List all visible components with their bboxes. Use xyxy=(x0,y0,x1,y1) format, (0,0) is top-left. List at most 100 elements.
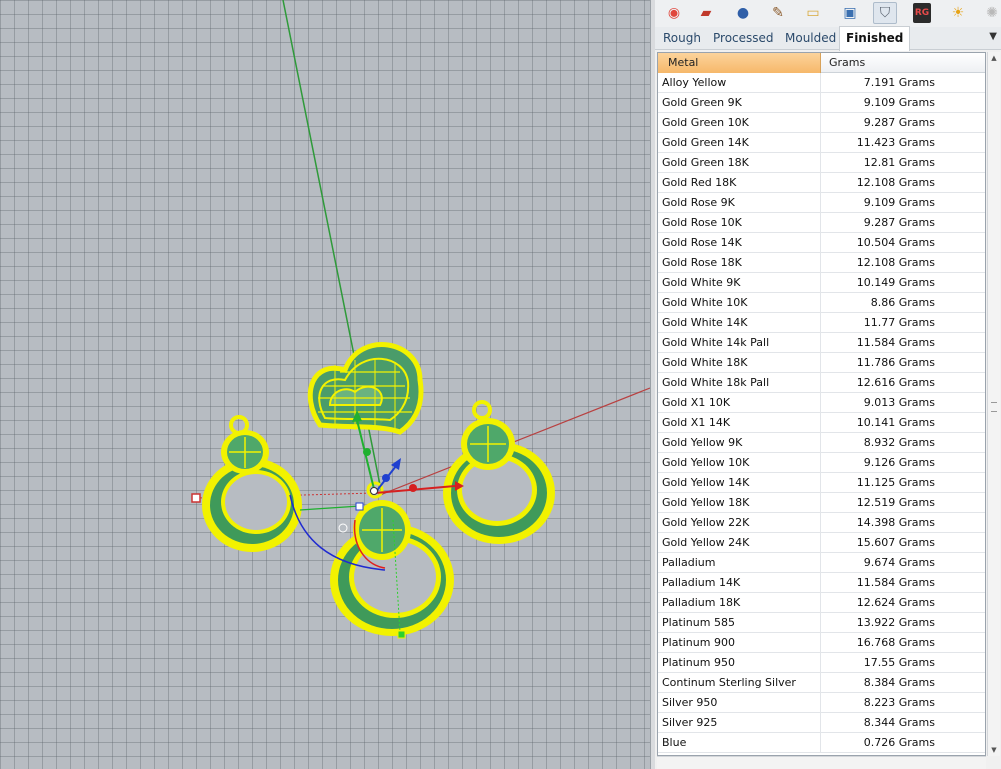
table-row[interactable]: Gold Rose 9K 9.109 Grams xyxy=(658,193,985,213)
grams-cell[interactable]: 9.109 Grams xyxy=(821,93,985,112)
folder-icon[interactable]: ▭ xyxy=(802,3,824,23)
metal-name-cell[interactable]: Gold Yellow 18K xyxy=(658,493,821,512)
metal-name-cell[interactable]: Gold Green 9K xyxy=(658,93,821,112)
table-row[interactable]: Silver 950 8.223 Grams xyxy=(658,693,985,713)
table-row[interactable]: Gold Yellow 22K 14.398 Grams xyxy=(658,513,985,533)
table-row[interactable]: Continum Sterling Silver 8.384 Grams xyxy=(658,673,985,693)
column-header-metal[interactable]: Metal xyxy=(658,53,821,73)
metal-name-cell[interactable]: Gold White 14K xyxy=(658,313,821,332)
grams-cell[interactable]: 9.287 Grams xyxy=(821,113,985,132)
grams-cell[interactable]: 9.013 Grams xyxy=(821,393,985,412)
table-row[interactable]: Gold Yellow 14K 11.125 Grams xyxy=(658,473,985,493)
grams-cell[interactable]: 11.125 Grams xyxy=(821,473,985,492)
metal-name-cell[interactable]: Gold Yellow 9K xyxy=(658,433,821,452)
tab-processed[interactable]: Processed xyxy=(707,27,780,49)
3d-viewport[interactable] xyxy=(0,0,650,769)
table-row[interactable]: Gold Yellow 24K 15.607 Grams xyxy=(658,533,985,553)
metal-name-cell[interactable]: Gold White 9K xyxy=(658,273,821,292)
tab-finished[interactable]: Finished xyxy=(839,26,911,51)
metal-name-cell[interactable]: Silver 925 xyxy=(658,713,821,732)
table-row[interactable]: Gold White 10K 8.86 Grams xyxy=(658,293,985,313)
chevron-down-icon[interactable]: ▼ xyxy=(989,31,997,42)
grams-cell[interactable]: 11.584 Grams xyxy=(821,573,985,592)
color-wheel-icon[interactable]: ◉ xyxy=(663,3,685,23)
grams-cell[interactable]: 8.86 Grams xyxy=(821,293,985,312)
table-row[interactable]: Gold Green 9K 9.109 Grams xyxy=(658,93,985,113)
metal-name-cell[interactable]: Gold X1 10K xyxy=(658,393,821,412)
grams-cell[interactable]: 10.149 Grams xyxy=(821,273,985,292)
metal-name-cell[interactable]: Continum Sterling Silver xyxy=(658,673,821,692)
grams-cell[interactable]: 8.932 Grams xyxy=(821,433,985,452)
heart-ring-model[interactable] xyxy=(307,342,424,435)
weight-icon[interactable]: ⛉ xyxy=(873,2,897,24)
table-row[interactable]: Gold White 14K 11.77 Grams xyxy=(658,313,985,333)
metal-name-cell[interactable]: Gold Yellow 10K xyxy=(658,453,821,472)
table-row[interactable]: Gold Rose 10K 9.287 Grams xyxy=(658,213,985,233)
grams-cell[interactable]: 11.584 Grams xyxy=(821,333,985,352)
table-row[interactable]: Palladium 14K 11.584 Grams xyxy=(658,573,985,593)
grams-cell[interactable]: 12.108 Grams xyxy=(821,173,985,192)
metal-name-cell[interactable]: Gold Rose 18K xyxy=(658,253,821,272)
sun-icon[interactable]: ☀ xyxy=(947,3,969,23)
grams-cell[interactable]: 11.423 Grams xyxy=(821,133,985,152)
settings-icon[interactable]: ✺ xyxy=(981,3,1001,23)
center-earring-model[interactable] xyxy=(330,481,454,636)
table-row[interactable]: Gold X1 10K 9.013 Grams xyxy=(658,393,985,413)
table-row[interactable]: Gold Green 10K 9.287 Grams xyxy=(658,113,985,133)
layers-icon[interactable]: ▰ xyxy=(695,3,717,23)
table-row[interactable]: Gold Green 18K 12.81 Grams xyxy=(658,153,985,173)
grams-cell[interactable]: 10.504 Grams xyxy=(821,233,985,252)
grams-cell[interactable]: 12.108 Grams xyxy=(821,253,985,272)
grams-cell[interactable]: 0.726 Grams xyxy=(821,733,985,752)
table-row[interactable]: Platinum 585 13.922 Grams xyxy=(658,613,985,633)
vertical-scrollbar[interactable]: ▲ ▼ xyxy=(987,52,1000,756)
rg-icon[interactable]: RG xyxy=(913,3,931,23)
table-row[interactable]: Blue 0.726 Grams xyxy=(658,733,985,753)
grams-cell[interactable]: 9.109 Grams xyxy=(821,193,985,212)
table-row[interactable]: Alloy Yellow 7.191 Grams xyxy=(658,73,985,93)
grams-cell[interactable]: 15.607 Grams xyxy=(821,533,985,552)
table-row[interactable]: Gold Yellow 10K 9.126 Grams xyxy=(658,453,985,473)
metal-name-cell[interactable]: Gold Green 10K xyxy=(658,113,821,132)
display-icon[interactable]: ▣ xyxy=(839,3,861,23)
grams-cell[interactable]: 8.384 Grams xyxy=(821,673,985,692)
metal-name-cell[interactable]: Blue xyxy=(658,733,821,752)
table-row[interactable]: Gold White 18K 11.786 Grams xyxy=(658,353,985,373)
table-row[interactable]: Gold Rose 18K 12.108 Grams xyxy=(658,253,985,273)
table-row[interactable]: Gold Rose 14K 10.504 Grams xyxy=(658,233,985,253)
metal-name-cell[interactable]: Gold Yellow 14K xyxy=(658,473,821,492)
metal-name-cell[interactable]: Gold Red 18K xyxy=(658,173,821,192)
metal-name-cell[interactable]: Palladium xyxy=(658,553,821,572)
table-row[interactable]: Palladium 18K 12.624 Grams xyxy=(658,593,985,613)
grams-cell[interactable]: 14.398 Grams xyxy=(821,513,985,532)
metal-name-cell[interactable]: Gold White 10K xyxy=(658,293,821,312)
metal-name-cell[interactable]: Platinum 900 xyxy=(658,633,821,652)
grams-cell[interactable]: 13.922 Grams xyxy=(821,613,985,632)
metal-name-cell[interactable]: Gold Green 14K xyxy=(658,133,821,152)
table-row[interactable]: Gold White 18k Pall 12.616 Grams xyxy=(658,373,985,393)
scroll-down-icon[interactable]: ▼ xyxy=(988,744,1000,756)
column-header-grams[interactable]: Grams xyxy=(821,53,985,73)
metal-name-cell[interactable]: Gold White 18k Pall xyxy=(658,373,821,392)
table-row[interactable]: Gold White 9K 10.149 Grams xyxy=(658,273,985,293)
table-row[interactable]: Gold Yellow 9K 8.932 Grams xyxy=(658,433,985,453)
tab-moulded[interactable]: Moulded xyxy=(779,27,842,49)
scroll-up-icon[interactable]: ▲ xyxy=(988,52,1000,64)
table-row[interactable]: Gold Red 18K 12.108 Grams xyxy=(658,173,985,193)
table-row[interactable]: Gold Yellow 18K 12.519 Grams xyxy=(658,493,985,513)
grams-cell[interactable]: 8.344 Grams xyxy=(821,713,985,732)
table-row[interactable]: Gold Green 14K 11.423 Grams xyxy=(658,133,985,153)
grams-cell[interactable]: 12.624 Grams xyxy=(821,593,985,612)
grams-cell[interactable]: 17.55 Grams xyxy=(821,653,985,672)
grams-cell[interactable]: 16.768 Grams xyxy=(821,633,985,652)
metal-name-cell[interactable]: Palladium 14K xyxy=(658,573,821,592)
grams-cell[interactable]: 9.287 Grams xyxy=(821,213,985,232)
tab-rough[interactable]: Rough xyxy=(657,27,707,49)
scroll-grip-icon[interactable] xyxy=(991,402,997,412)
metal-name-cell[interactable]: Gold Rose 10K xyxy=(658,213,821,232)
grams-cell[interactable]: 8.223 Grams xyxy=(821,693,985,712)
metal-name-cell[interactable]: Platinum 950 xyxy=(658,653,821,672)
grams-cell[interactable]: 12.81 Grams xyxy=(821,153,985,172)
horizontal-scrollbar[interactable] xyxy=(657,756,986,769)
metal-name-cell[interactable]: Gold X1 14K xyxy=(658,413,821,432)
